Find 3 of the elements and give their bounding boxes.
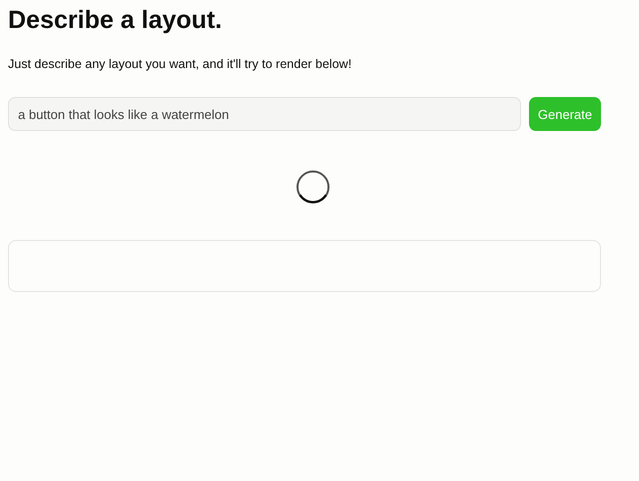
instruction-text: Just describe any layout you want, and it'll try to render below! [8, 56, 353, 72]
prompt-input-field[interactable]: a button that looks like a watermelon [8, 97, 521, 131]
page-title: Describe a layout. [8, 5, 223, 36]
